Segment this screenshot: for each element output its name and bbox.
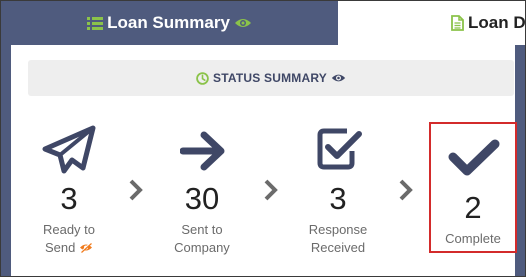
stage-label-line1: Response (308, 222, 368, 237)
stage-label-line1: Ready to (42, 222, 96, 237)
tab-loan-summary-label: Loan Summary (107, 13, 230, 32)
document-icon (451, 15, 464, 31)
tab-bar: Loan Summary Loan D (1, 1, 525, 45)
eye-slash-icon[interactable] (79, 239, 93, 258)
status-summary-panel: STATUS SUMMARY 3 Ready to Send 30 Sent t… (11, 45, 517, 276)
stage-count: 3 (329, 181, 347, 216)
stage-response-received[interactable]: 3 Response Received (296, 45, 380, 276)
tab-loan-summary[interactable]: Loan Summary (1, 1, 338, 45)
list-icon (87, 16, 104, 30)
arrow-right-icon (179, 131, 226, 176)
stage-count: 3 (60, 181, 78, 216)
stage-count: 30 (184, 181, 220, 216)
paper-plane-icon (42, 125, 96, 180)
stage-label-line1: Sent to (181, 222, 223, 237)
stage-ready-to-send[interactable]: 3 Ready to Send (28, 45, 110, 276)
stage-label-line2: Send (28, 238, 110, 258)
chevron-right-icon (398, 178, 414, 207)
stage-label-line2: Received (310, 240, 366, 255)
tab-loan-documents[interactable]: Loan D (451, 1, 526, 45)
chevron-right-icon (263, 178, 279, 207)
chevron-right-icon (128, 178, 144, 207)
stage-label-line2: Company (174, 240, 230, 255)
window-frame: Loan Summary Loan D STATUS SUMMARY 3 Rea… (0, 0, 526, 277)
left-panel-border (1, 45, 11, 276)
complete-highlight-box (429, 122, 517, 253)
stage-label-text: Send (45, 240, 76, 255)
stage-sent-to-company[interactable]: 30 Sent to Company (161, 45, 243, 276)
check-square-icon (316, 127, 362, 176)
eye-icon[interactable] (234, 17, 252, 29)
tab-loan-documents-label: Loan D (468, 13, 526, 32)
